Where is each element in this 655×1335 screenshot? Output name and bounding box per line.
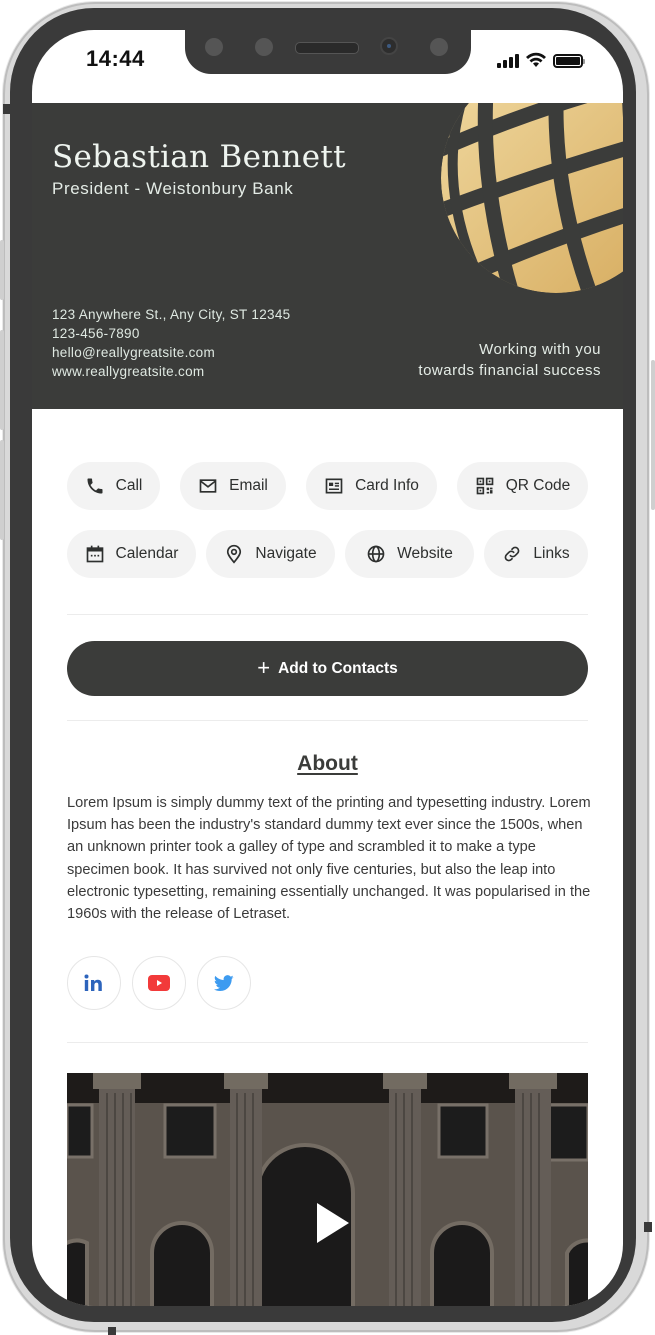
tagline-line: towards financial success [418,362,601,379]
card-website: www.reallygreatsite.com [52,364,205,379]
linkedin-icon [84,974,102,991]
card-tagline: Working with you towards financial succe… [418,339,601,381]
earpiece-speaker [295,42,359,54]
tagline-line: Working with you [479,341,601,358]
email-label: Email [229,477,268,494]
about-text: Lorem Ipsum is simply dummy text of the … [67,795,591,923]
globe-icon [441,103,623,293]
antenna-band [108,1327,116,1335]
mute-switch [0,440,4,540]
video-player[interactable] [67,1073,588,1306]
call-label: Call [115,477,143,494]
card-address: 123 Anywhere St., Any City, ST 12345 [52,307,291,322]
website-button[interactable]: Website [345,530,474,578]
location-pin-icon [227,544,242,564]
divider [67,1042,588,1043]
wifi-icon [526,52,546,67]
links-label: Links [533,545,570,562]
card-name: Sebastian Bennett [52,139,346,175]
play-icon[interactable] [317,1203,349,1243]
battery-icon [553,54,585,68]
card-contact-details: 123 Anywhere St., Any City, ST 12345 123… [52,305,290,381]
card-info-label: Card Info [355,477,419,494]
links-button[interactable]: Links [484,530,588,578]
add-to-contacts-label: Add to Contacts [278,659,398,677]
card-info-icon [325,478,343,494]
signal-icon [497,54,519,68]
volume-up-button [0,240,4,300]
power-button [651,360,655,510]
business-card-banner: Sebastian Bennett President - Weistonbur… [32,103,623,409]
antenna-band [644,1222,652,1232]
front-camera [380,37,398,55]
qr-code-label: QR Code [505,477,571,494]
antenna-band [3,104,11,114]
plus-icon: + [257,654,271,680]
sensor-dot [255,38,273,56]
divider [67,720,588,721]
screen: 14:44 Sebastian Bennett President - Weis… [32,30,623,1306]
card-phone: 123-456-7890 [52,326,140,341]
link-icon [505,546,520,562]
qr-code-icon [476,477,494,495]
add-to-contacts-button[interactable]: + Add to Contacts [67,641,588,696]
sensor-dot [430,38,448,56]
phone-icon [87,478,103,494]
globe-icon [367,545,385,563]
calendar-icon [86,545,103,563]
calendar-label: Calendar [115,545,179,562]
call-button[interactable]: Call [67,462,160,510]
status-time: 14:44 [86,46,145,71]
card-info-button[interactable]: Card Info [306,462,437,510]
twitter-button[interactable] [197,956,251,1010]
video-thumbnail-building [67,1073,588,1306]
status-icons [497,52,585,68]
volume-down-button [0,330,4,430]
about-heading: About [297,752,358,775]
twitter-icon [214,974,234,991]
navigate-button[interactable]: Navigate [206,530,335,578]
youtube-icon [148,975,170,991]
navigate-label: Navigate [255,545,317,562]
linkedin-button[interactable] [67,956,121,1010]
card-role: President - Weistonbury Bank [52,179,294,198]
mail-icon [199,479,217,493]
card-email: hello@reallygreatsite.com [52,345,216,360]
divider [67,614,588,615]
website-label: Website [397,545,453,562]
email-button[interactable]: Email [180,462,286,510]
sensor-dot [205,38,223,56]
youtube-button[interactable] [132,956,186,1010]
qr-code-button[interactable]: QR Code [457,462,588,510]
notch [185,30,471,74]
calendar-button[interactable]: Calendar [67,530,196,578]
